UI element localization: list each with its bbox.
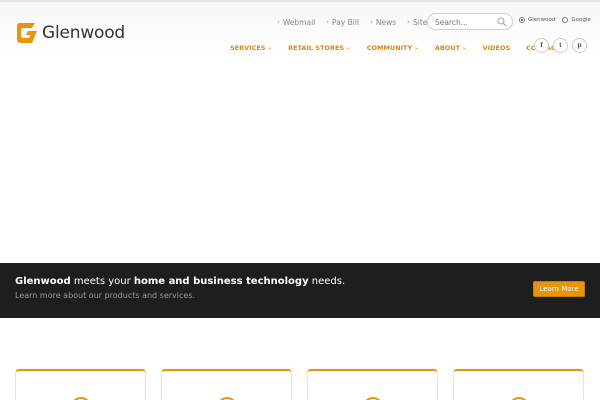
radio-selected[interactable]	[519, 17, 525, 23]
nav-community[interactable]: COMMUNITY ⌄	[367, 44, 419, 52]
nav-label: SERVICES	[230, 44, 266, 52]
banner-text: meets your	[70, 276, 134, 287]
twitter-icon[interactable]: t	[553, 38, 568, 53]
scope-option-glenwood[interactable]: Glenwood	[519, 17, 555, 23]
util-link-label: News	[375, 17, 397, 27]
scope-label: Google	[571, 17, 591, 23]
banner-headline: Glenwood meets your home and business te…	[15, 276, 345, 287]
nav-label: COMMUNITY	[366, 44, 413, 52]
chevron-right-icon: ›	[277, 18, 280, 26]
utility-nav: › Webmail › Pay Bill › News › Sites	[277, 14, 442, 30]
chevron-right-icon: ›	[407, 18, 410, 26]
feature-card[interactable]	[307, 369, 438, 400]
chevron-right-icon: ›	[370, 18, 373, 26]
nav-about[interactable]: ABOUT ⌄	[435, 44, 467, 52]
nav-label: RETAIL STORES	[288, 44, 345, 52]
banner-subtext: Learn more about our products and servic…	[15, 291, 196, 300]
banner-text-end: needs.	[308, 276, 346, 287]
chevron-down-icon: ⌄	[267, 45, 273, 51]
logo-text: Glenwood	[42, 23, 126, 43]
nav-videos[interactable]: VIDEOS	[483, 44, 511, 52]
glenwood-logo-icon	[17, 23, 37, 43]
chevron-down-icon: ⌄	[414, 45, 419, 51]
scope-label: Glenwood	[528, 17, 556, 23]
logo[interactable]: Glenwood	[15, 21, 125, 45]
util-link-label: Webmail	[282, 17, 316, 27]
nav-label: ABOUT	[434, 44, 461, 52]
search-box	[427, 13, 513, 30]
social-links: f t p	[534, 38, 591, 53]
scope-option-google[interactable]: Google	[562, 17, 591, 23]
banner-brand: Glenwood	[15, 276, 71, 287]
chevron-right-icon: ›	[326, 18, 330, 26]
chevron-down-icon: ⌄	[462, 45, 467, 51]
util-link-pay-bill[interactable]: › Pay Bill	[326, 18, 359, 27]
feature-card[interactable]	[15, 369, 146, 400]
nav-services[interactable]: SERVICES ⌄	[230, 44, 272, 52]
site-header: Glenwood › Webmail › Pay Bill › News › Sites…	[0, 2, 600, 58]
facebook-icon[interactable]: f	[534, 38, 549, 53]
util-link-label: Pay Bill	[332, 17, 360, 27]
search-icon[interactable]	[497, 17, 507, 27]
pinterest-icon[interactable]: p	[572, 38, 587, 53]
nav-retail-stores[interactable]: RETAIL STORES ⌄	[288, 44, 351, 52]
search-input[interactable]	[435, 17, 497, 27]
hero-area	[0, 58, 600, 263]
feature-cards	[15, 369, 585, 400]
chevron-down-icon: ⌄	[346, 45, 351, 51]
radio-unselected[interactable]	[562, 17, 569, 23]
learn-more-button[interactable]: Learn More	[533, 281, 585, 297]
feature-card[interactable]	[161, 369, 292, 400]
banner-emphasis: home and business technology	[133, 276, 309, 287]
feature-card[interactable]	[453, 369, 584, 400]
search-scope: Glenwood Google	[519, 17, 598, 23]
util-link-webmail[interactable]: › Webmail	[277, 18, 315, 27]
main-nav: SERVICES ⌄ RETAIL STORES ⌄ COMMUNITY ⌄ ABOU…	[230, 42, 560, 54]
promo-banner: Glenwood meets your home and business te…	[0, 263, 600, 318]
nav-label: VIDEOS	[482, 44, 511, 52]
util-link-news[interactable]: › News	[370, 18, 396, 27]
